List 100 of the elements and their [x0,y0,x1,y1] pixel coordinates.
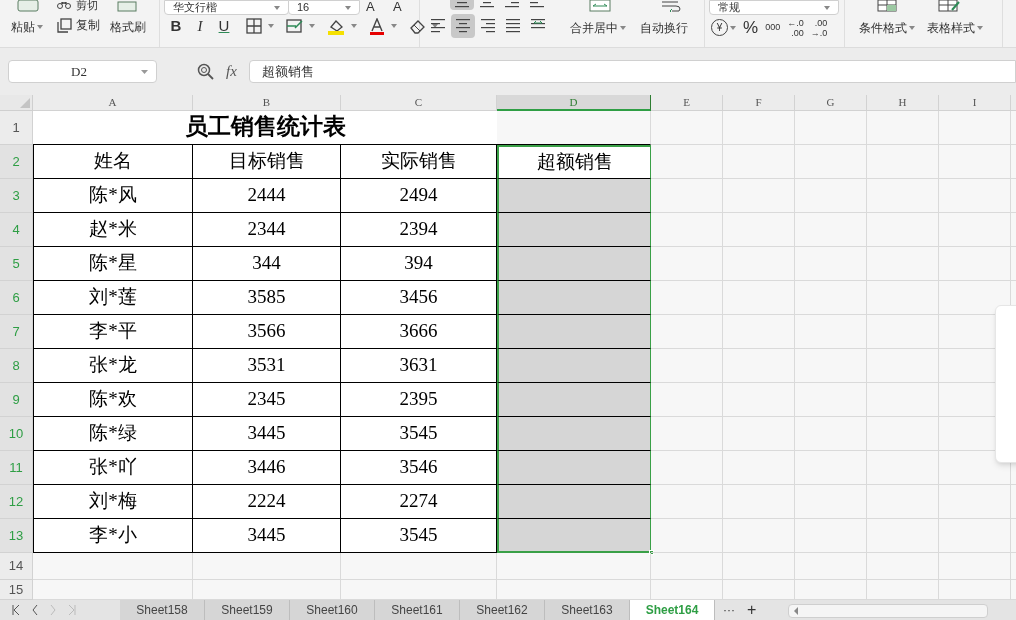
empty-cell[interactable] [939,145,1011,179]
empty-cell[interactable] [795,349,867,383]
sheet-tab[interactable]: Sheet159 [205,600,290,620]
empty-cell[interactable] [723,145,795,179]
empty-cell[interactable] [723,451,795,485]
empty-cell[interactable] [723,247,795,281]
wrap-text-icon[interactable] [660,0,682,12]
align-button[interactable] [451,14,475,38]
first-sheet-icon[interactable] [12,605,20,615]
decimal-button[interactable]: →.0 [810,27,828,38]
column-header[interactable]: C [341,95,497,111]
empty-cell[interactable] [867,519,939,553]
empty-cell[interactable] [867,383,939,417]
empty-cell[interactable] [795,519,867,553]
empty-cell[interactable] [867,247,939,281]
empty-cell[interactable] [651,553,723,580]
empty-cell[interactable] [723,417,795,451]
wrap-text-button[interactable]: 自动换行 [640,19,688,37]
row-header[interactable]: 1 [0,111,33,145]
empty-cell[interactable] [939,485,1011,519]
empty-cell[interactable] [651,111,723,145]
select-all-icon[interactable] [20,98,30,108]
table-style-icon[interactable] [938,0,960,12]
empty-cell[interactable] [939,247,1011,281]
number-format-field[interactable]: 常规 [709,0,839,15]
copy-icon[interactable] [57,17,72,33]
empty-cell[interactable] [939,179,1011,213]
empty-cell[interactable] [193,553,341,580]
empty-cell[interactable] [795,451,867,485]
empty-cell[interactable] [723,179,795,213]
sheet-tab[interactable]: Sheet158 [120,600,205,620]
empty-cell[interactable] [867,145,939,179]
add-sheet-button[interactable]: + [747,600,757,620]
empty-cell[interactable] [795,213,867,247]
conditional-format-icon[interactable] [877,0,899,12]
merge-center-button[interactable]: 合并居中 [570,19,626,37]
empty-cell[interactable] [723,485,795,519]
format-painter-button[interactable]: 格式刷 [110,18,146,36]
empty-cell[interactable] [939,553,1011,580]
paste-button[interactable]: 粘贴 [11,18,43,36]
empty-cell[interactable] [795,553,867,580]
empty-cell[interactable] [341,553,497,580]
sheet-tab[interactable]: Sheet163 [545,600,630,620]
empty-cell[interactable] [867,315,939,349]
conditional-format-button[interactable]: 条件格式 [859,19,915,37]
column-header[interactable]: A [33,95,193,111]
empty-cell[interactable] [795,315,867,349]
empty-cell[interactable] [723,519,795,553]
paste-icon[interactable] [17,0,39,12]
bold-button[interactable]: B [166,15,186,38]
previous-sheet-icon[interactable] [32,605,38,615]
column-header[interactable]: H [867,95,939,111]
column-header[interactable] [1011,95,1016,111]
underline-button[interactable]: U [214,15,234,38]
name-box[interactable]: D2 [8,60,157,83]
empty-cell[interactable] [867,179,939,213]
cut-button[interactable]: 剪切 [76,0,98,11]
sheet-tab[interactable]: Sheet162 [460,600,545,620]
borders-icon[interactable] [246,18,262,35]
row-header[interactable]: 14 [0,553,33,580]
thousands-button[interactable]: 000 [765,23,781,33]
empty-cell[interactable] [867,451,939,485]
scroll-left-icon[interactable] [793,607,800,615]
column-header[interactable]: E [651,95,723,111]
last-sheet-icon[interactable] [68,605,76,615]
empty-cell[interactable] [723,383,795,417]
empty-cell[interactable] [939,519,1011,553]
eraser-icon[interactable] [409,18,426,34]
decimal-button[interactable]: .00 [791,27,804,38]
row-header[interactable]: 15 [0,580,33,600]
empty-cell[interactable] [723,553,795,580]
empty-cell[interactable] [867,281,939,315]
formula-field[interactable]: 超额销售 [248,60,1016,83]
format-painter-icon[interactable] [117,0,137,12]
empty-cell[interactable] [867,349,939,383]
empty-cell[interactable] [867,213,939,247]
decimal-button[interactable]: .00 [814,17,828,28]
empty-cell[interactable] [497,553,651,580]
fill-handle[interactable] [649,550,654,555]
merge-icon[interactable] [589,0,611,12]
fill-format-icon[interactable] [286,18,303,35]
empty-cell[interactable] [939,213,1011,247]
function-label[interactable]: fx [226,60,237,83]
empty-cell[interactable] [795,145,867,179]
font-color-icon[interactable] [369,17,385,35]
empty-cell[interactable] [939,111,1011,145]
align-button[interactable] [450,0,474,10]
empty-cell[interactable] [795,111,867,145]
empty-cell[interactable] [867,111,939,145]
shrink-font-button[interactable]: A [393,0,402,13]
decimal-button[interactable]: ←.0 [787,17,804,28]
empty-cell[interactable] [867,485,939,519]
column-header[interactable]: G [795,95,867,111]
grow-font-button[interactable]: A [366,0,375,13]
empty-cell[interactable] [795,485,867,519]
empty-cell[interactable] [795,383,867,417]
percent-button[interactable]: % [743,15,759,41]
empty-cell[interactable] [723,315,795,349]
font-size-field[interactable]: 16 [288,0,360,15]
column-header[interactable]: F [723,95,795,111]
